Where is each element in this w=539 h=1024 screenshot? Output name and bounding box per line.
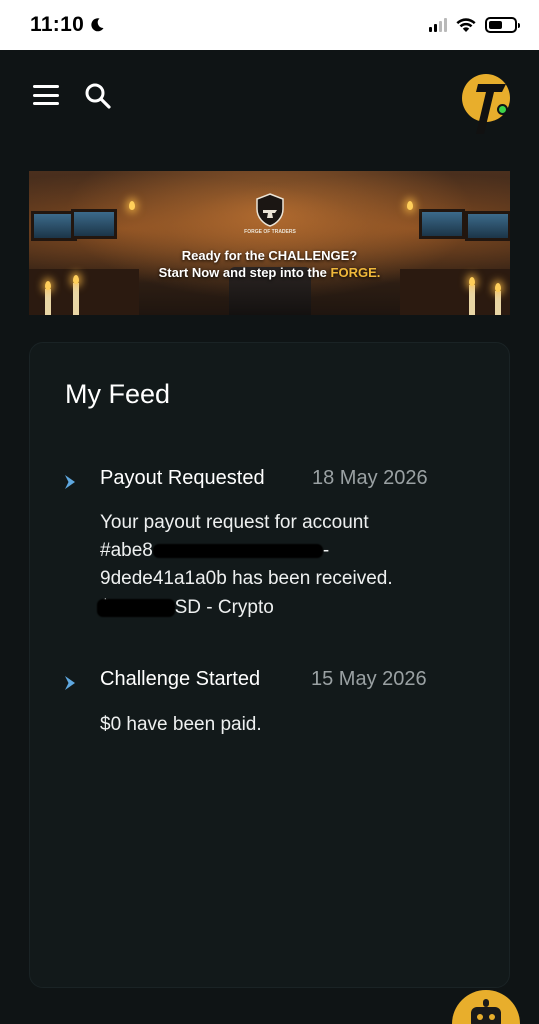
wifi-icon — [456, 18, 476, 32]
feed-item-date: 18 May 2026 — [312, 467, 428, 489]
status-time: 11:10 — [30, 13, 105, 37]
redacted-amount — [96, 598, 175, 617]
chevron-right-icon — [65, 676, 75, 690]
banner-flame — [495, 283, 501, 292]
app-header — [0, 50, 539, 160]
status-icons — [429, 17, 520, 33]
battery-icon — [485, 17, 520, 33]
hamburger-menu-icon[interactable] — [33, 85, 59, 105]
promo-banner[interactable]: FORGE OF TRADERS Ready for the CHALLENGE… — [29, 171, 510, 315]
feed-item-text: Your payout request for account — [100, 512, 369, 533]
user-avatar[interactable] — [462, 74, 510, 134]
bot-antenna — [483, 999, 489, 1007]
account-id-line: #abe8- — [100, 540, 330, 561]
feed-title: My Feed — [65, 379, 171, 409]
feed-item-body: $0 have been paid. — [100, 714, 262, 735]
banner-subline: Start Now and step into the FORGE. — [158, 265, 381, 280]
chevron-right-icon — [65, 475, 75, 489]
banner-monitor — [465, 211, 510, 241]
banner-monitor — [71, 209, 117, 239]
redacted-account-id — [152, 543, 323, 558]
feed-card: My Feed Payout Requested 18 May 2026 You… — [29, 342, 510, 988]
banner-headline: Ready for the CHALLENGE? — [181, 248, 358, 263]
banner-candle — [495, 291, 501, 315]
chatbot-button[interactable] — [452, 990, 520, 1024]
cellular-signal-icon — [429, 18, 447, 32]
payout-amount: $SD - Crypto — [96, 594, 480, 622]
banner-monitor — [419, 209, 465, 239]
banner-flame — [129, 201, 135, 210]
feed-item-text: 9dede41a1a0b has been received. — [100, 568, 393, 589]
banner-flame — [45, 281, 51, 290]
status-bar: 11:10 — [0, 0, 539, 50]
online-status-dot — [497, 104, 508, 115]
banner-highlight: FORGE. — [330, 265, 381, 280]
forge-shield-icon — [256, 193, 284, 227]
time-label: 11:10 — [30, 13, 85, 36]
robot-icon — [471, 1007, 501, 1024]
search-icon[interactable] — [84, 82, 112, 110]
banner-candle — [45, 289, 51, 315]
banner-candle — [73, 283, 79, 315]
moon-icon — [91, 18, 104, 32]
banner-logo-text: FORGE OF TRADERS — [244, 229, 296, 235]
banner-flame — [407, 201, 413, 210]
banner-candle — [469, 285, 475, 315]
feed-item-date: 15 May 2026 — [311, 668, 427, 690]
feed-item-title: Payout Requested — [100, 467, 265, 489]
feed-item-body: Your payout request for account #abe8- 9… — [100, 509, 480, 593]
feed-item-title: Challenge Started — [100, 668, 261, 690]
